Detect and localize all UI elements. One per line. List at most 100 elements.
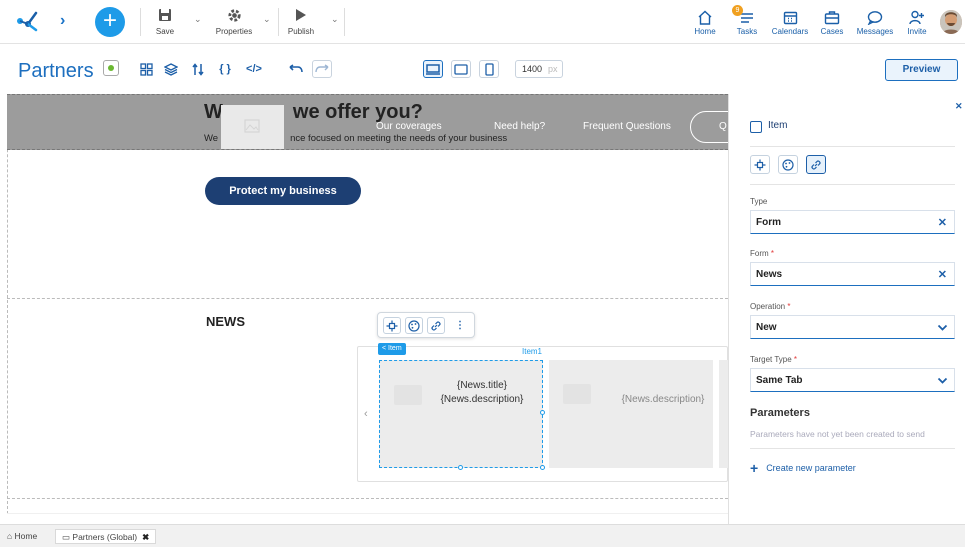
link-icon[interactable] — [427, 317, 445, 334]
chevron-down-icon[interactable] — [937, 320, 948, 338]
hero-sub-end: nce focused on meeting the needs of your… — [290, 133, 508, 144]
required-marker: * — [787, 302, 791, 311]
gear-icon — [211, 6, 257, 24]
link-settings-icon[interactable] — [806, 155, 826, 174]
clear-icon[interactable]: ✕ — [938, 268, 947, 281]
save-label: Save — [155, 27, 175, 36]
type-field[interactable]: Form ✕ — [750, 210, 955, 234]
code-icon[interactable]: </> — [244, 60, 264, 78]
type-label: Type — [750, 197, 768, 206]
nav-cases[interactable]: Cases — [820, 8, 844, 36]
target-type-label: Target Type * — [750, 355, 797, 364]
divider — [750, 146, 955, 147]
hero-title-end: we offer you? — [292, 101, 423, 123]
play-icon — [286, 6, 316, 24]
nav-home-label: Home — [694, 27, 716, 36]
briefcase-icon — [820, 8, 844, 25]
create-parameter-link[interactable]: + Create new parameter — [750, 460, 856, 476]
hero-quote-button[interactable]: Q — [690, 111, 728, 143]
form-label: Form * — [750, 249, 774, 258]
layers-icon[interactable] — [161, 60, 181, 78]
publish-dropdown-icon[interactable]: ⌄ — [331, 14, 339, 25]
carousel-card[interactable]: {News.description} — [549, 360, 713, 468]
carousel-card-selected[interactable]: {News.title} {News.description} — [379, 360, 543, 468]
item-parent-tag[interactable]: < Item — [378, 343, 406, 355]
chevron-down-icon[interactable] — [937, 373, 948, 391]
save-dropdown-icon[interactable]: ⌄ — [194, 14, 202, 25]
carousel-prev-icon[interactable]: ‹ — [364, 408, 368, 420]
expand-menu-icon[interactable]: › — [60, 12, 65, 30]
canvas-width-input[interactable]: 1400 px — [515, 60, 563, 78]
tab-home[interactable]: ⌂ Home — [7, 529, 37, 544]
card-title: {News.title} — [456, 380, 508, 391]
position-icon[interactable] — [750, 155, 770, 174]
hero-sub-start: We — [204, 133, 219, 144]
palette-icon[interactable] — [405, 317, 423, 334]
user-avatar[interactable] — [940, 10, 962, 34]
resize-handle[interactable] — [458, 465, 463, 470]
tablet-view-icon[interactable] — [451, 60, 471, 78]
save-icon — [150, 6, 180, 24]
canvas-left-guide — [7, 94, 8, 514]
target-type-select[interactable]: Same Tab — [750, 368, 955, 392]
style-palette-icon[interactable] — [778, 155, 798, 174]
mobile-view-icon[interactable] — [479, 60, 499, 78]
carousel-card-partial[interactable] — [719, 360, 728, 468]
page-title: Partners — [18, 60, 94, 82]
item-checkbox[interactable] — [750, 121, 762, 133]
divider — [140, 8, 141, 36]
app-logo-icon[interactable] — [16, 10, 38, 32]
hero-banner[interactable]: Wwe offer you? We nce focused on meeting … — [7, 94, 728, 150]
close-icon[interactable]: ✕ — [955, 101, 963, 112]
nav-calendars[interactable]: Calendars — [771, 8, 809, 36]
form-value: News — [756, 269, 783, 280]
components-icon[interactable] — [136, 60, 156, 78]
item-floating-toolbar: ⋮ — [377, 312, 475, 338]
divider — [278, 8, 279, 36]
nav-tasks[interactable]: 9 Tasks — [732, 5, 759, 36]
move-icon[interactable] — [383, 317, 401, 334]
tab-home-label: Home — [14, 531, 38, 541]
desktop-view-icon[interactable] — [423, 60, 443, 78]
image-placeholder[interactable] — [221, 105, 284, 149]
save-button[interactable]: Save — [150, 6, 180, 36]
card-description: {News.description} — [440, 394, 524, 405]
redo-icon[interactable] — [312, 60, 332, 78]
operation-value: New — [756, 322, 777, 333]
braces-icon[interactable]: { } — [215, 60, 235, 78]
hero-nav-faq[interactable]: Frequent Questions — [583, 121, 671, 132]
news-heading: NEWS — [206, 314, 245, 329]
properties-button[interactable]: Properties — [211, 6, 257, 36]
form-field[interactable]: News ✕ — [750, 262, 955, 286]
clear-icon[interactable]: ✕ — [938, 216, 947, 229]
protect-business-button[interactable]: Protect my business — [205, 177, 361, 205]
more-options-icon[interactable]: ⋮ — [451, 317, 469, 334]
item-name-label: Item1 — [522, 347, 543, 356]
preview-button[interactable]: Preview — [885, 59, 958, 81]
target-type-label-text: Target Type — [750, 355, 792, 364]
hero-nav-help[interactable]: Need help? — [494, 121, 545, 132]
properties-dropdown-icon[interactable]: ⌄ — [263, 14, 271, 25]
tab-partners[interactable]: ▭ Partners (Global) ✖ — [55, 529, 157, 544]
home-icon: ⌂ — [7, 531, 13, 541]
nav-cases-label: Cases — [820, 27, 844, 36]
status-indicator[interactable] — [103, 60, 119, 76]
hero-nav-coverages[interactable]: Our coverages — [376, 121, 442, 132]
canvas-width-unit: px — [548, 64, 558, 74]
resize-handle[interactable] — [540, 410, 545, 415]
form-label-text: Form — [750, 249, 769, 258]
operation-select[interactable]: New — [750, 315, 955, 339]
add-new-button[interactable]: + — [95, 7, 125, 37]
card-description: {News.description} — [621, 394, 705, 405]
nav-messages[interactable]: Messages — [856, 8, 894, 36]
panel-item-label: Item — [768, 120, 788, 131]
tab-partners-label: Partners (Global) — [72, 532, 138, 542]
nav-home[interactable]: Home — [692, 8, 718, 36]
undo-icon[interactable] — [286, 60, 306, 78]
resize-handle[interactable] — [540, 465, 545, 470]
publish-button[interactable]: Publish — [286, 6, 316, 36]
nav-invite-label: Invite — [907, 27, 927, 36]
sort-data-icon[interactable] — [188, 60, 208, 78]
nav-invite[interactable]: Invite — [905, 8, 929, 36]
close-tab-icon[interactable]: ✖ — [142, 532, 149, 542]
